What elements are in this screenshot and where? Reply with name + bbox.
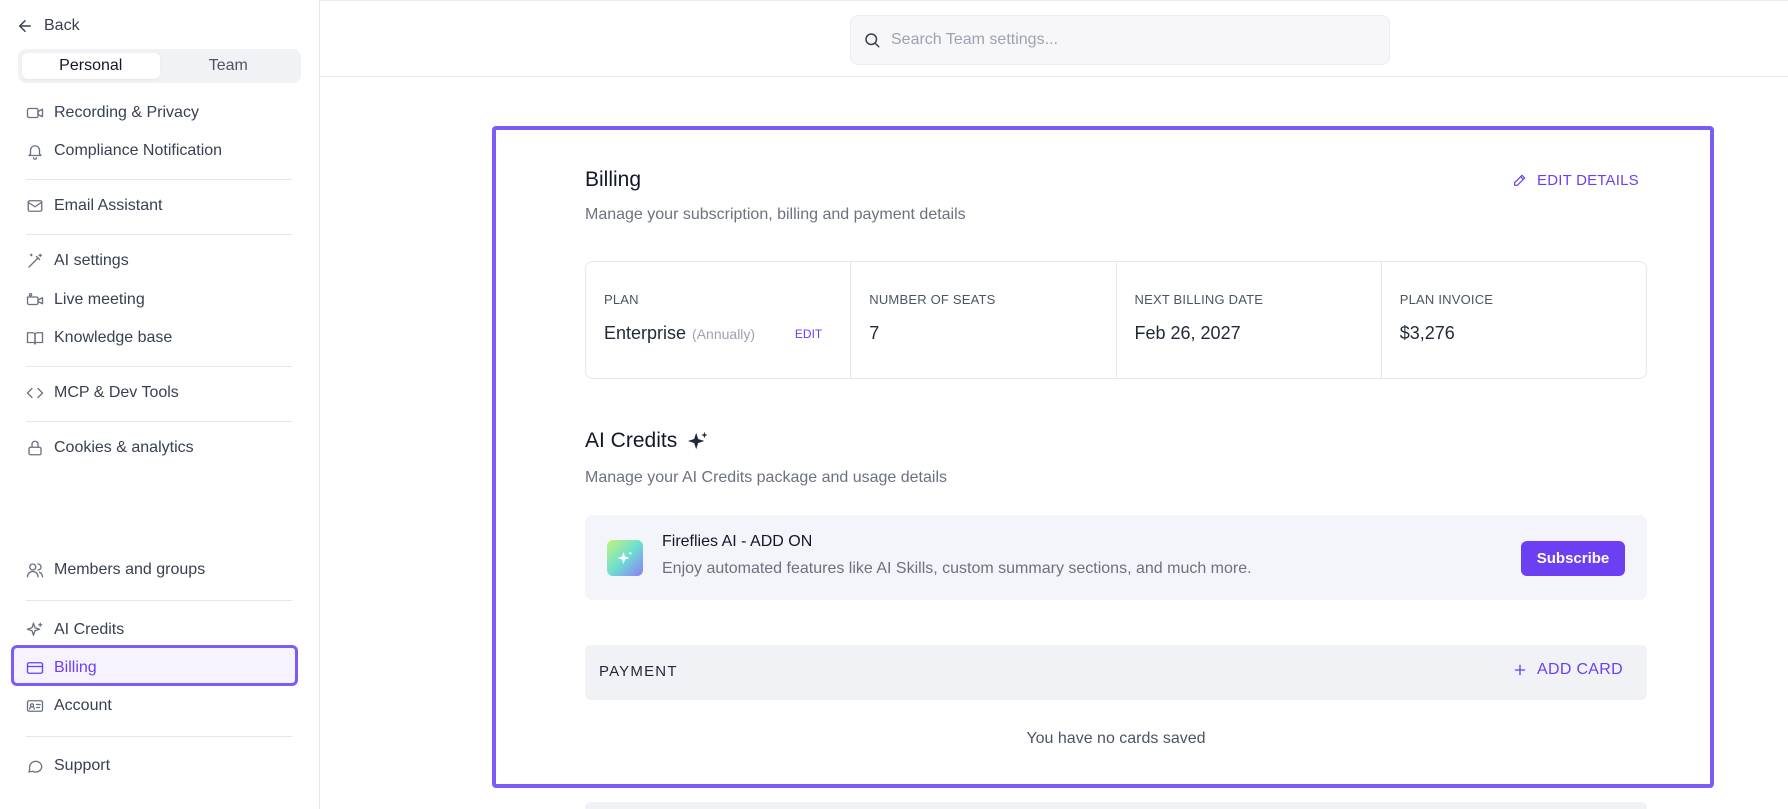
ai-credits-subtitle: Manage your AI Credits package and usage… — [585, 469, 948, 486]
sidebar-item-label: Billing — [54, 659, 97, 676]
sidebar-item-label: AI settings — [54, 252, 129, 269]
sparkle-icon — [617, 551, 633, 564]
video-icon — [26, 107, 44, 119]
next-billing-value: Feb 26, 2027 — [1134, 323, 1241, 343]
addon-description: Enjoy automated features like AI Skills,… — [662, 560, 1252, 577]
sidebar-item-label: Members and groups — [54, 561, 206, 578]
plan-cell: PLAN Enterprise (Annually) EDIT — [586, 262, 852, 378]
code-icon — [26, 387, 44, 399]
bell-icon — [28, 145, 42, 160]
add-card-label: ADD CARD — [1537, 661, 1623, 678]
sidebar-divider — [26, 366, 292, 367]
lock-icon — [28, 440, 42, 456]
sidebar-item-label: Knowledge base — [54, 329, 173, 346]
magic-wand-icon — [28, 253, 43, 268]
next-billing-cell: NEXT BILLING DATE Feb 26, 2027 — [1117, 262, 1382, 378]
plan-summary: PLAN Enterprise (Annually) EDIT NUMBER O… — [585, 261, 1647, 379]
search-icon — [865, 33, 880, 48]
mail-icon — [27, 200, 43, 212]
tab-team[interactable]: Team — [160, 53, 298, 79]
add-card-button[interactable]: ADD CARD — [1512, 661, 1623, 679]
search-input[interactable] — [891, 31, 1371, 49]
book-icon — [26, 332, 44, 345]
sidebar-item-members-groups[interactable]: Members and groups — [26, 556, 296, 584]
plan-period: (Annually) — [692, 326, 756, 342]
seats-label: NUMBER OF SEATS — [869, 292, 996, 307]
sidebar: Back Personal Team Recording & Privacy C… — [0, 0, 320, 809]
billing-subtitle: Manage your subscription, billing and pa… — [585, 206, 966, 223]
sidebar-item-live-meeting[interactable]: Live meeting — [26, 286, 296, 314]
scope-toggle: Personal Team — [18, 49, 301, 83]
sparkle-icon — [26, 622, 43, 636]
plan-label: PLAN — [604, 292, 639, 307]
subscribe-button[interactable]: Subscribe — [1521, 541, 1625, 576]
invoice-value: $3,276 — [1399, 323, 1455, 343]
credit-card-icon — [26, 662, 44, 674]
sidebar-item-label: Compliance Notification — [54, 142, 223, 159]
edit-details-label: EDIT DETAILS — [1537, 171, 1639, 189]
sidebar-item-label: Support — [54, 757, 111, 774]
sidebar-divider — [26, 421, 292, 422]
sidebar-item-email-assistant[interactable]: Email Assistant — [26, 192, 296, 220]
sidebar-item-account[interactable]: Account — [26, 692, 296, 720]
sidebar-item-label: Email Assistant — [54, 197, 163, 214]
fireflies-logo — [607, 540, 643, 576]
sidebar-divider — [26, 736, 292, 737]
plan-value: Enterprise — [604, 323, 687, 343]
tab-personal[interactable]: Personal — [22, 53, 160, 79]
sidebar-divider — [26, 234, 292, 235]
addon-title: Fireflies AI - ADD ON — [662, 533, 813, 550]
sidebar-item-label: AI Credits — [54, 621, 125, 638]
sidebar-item-mcp-dev-tools[interactable]: MCP & Dev Tools — [26, 379, 296, 407]
invoice-cell: PLAN INVOICE $3,276 — [1382, 262, 1646, 378]
sidebar-item-recording-privacy[interactable]: Recording & Privacy — [26, 99, 296, 127]
sidebar-item-billing[interactable]: Billing — [26, 654, 296, 682]
top-bar — [320, 0, 1788, 77]
search-box — [850, 15, 1390, 65]
live-camera-icon — [26, 292, 44, 306]
sidebar-item-label: MCP & Dev Tools — [54, 384, 179, 401]
sidebar-item-label: Cookies & analytics — [54, 439, 194, 456]
sidebar-item-compliance-notification[interactable]: Compliance Notification — [26, 137, 296, 165]
seats-value: 7 — [869, 323, 880, 343]
sidebar-item-ai-settings[interactable]: AI settings — [26, 247, 296, 275]
no-cards-message: You have no cards saved — [1026, 730, 1206, 747]
seats-cell: NUMBER OF SEATS 7 — [851, 262, 1117, 378]
ai-credits-header: AI Credits — [585, 429, 709, 453]
arrow-left-icon — [19, 20, 31, 32]
sidebar-item-knowledge-base[interactable]: Knowledge base — [26, 324, 296, 352]
sidebar-item-cookies-analytics[interactable]: Cookies & analytics — [26, 434, 296, 462]
sidebar-item-label: Live meeting — [54, 291, 145, 308]
invoice-label: PLAN INVOICE — [1399, 292, 1494, 307]
sidebar-divider — [26, 600, 292, 601]
billing-title: Billing — [585, 168, 642, 191]
plus-icon — [1514, 664, 1526, 676]
pencil-icon — [1514, 174, 1526, 186]
sidebar-item-label: Recording & Privacy — [54, 104, 199, 121]
ai-credits-title: AI Credits — [585, 429, 678, 452]
sidebar-item-ai-credits[interactable]: AI Credits — [26, 616, 296, 644]
sidebar-divider — [26, 179, 292, 180]
back-label: Back — [44, 17, 80, 34]
payment-header: PAYMENT ADD CARD — [585, 645, 1647, 700]
sidebar-item-label: Account — [54, 697, 112, 714]
sidebar-item-support[interactable]: Support — [26, 752, 296, 780]
edit-details-button[interactable]: EDIT DETAILS — [1512, 168, 1639, 192]
back-button[interactable]: Back — [16, 14, 80, 38]
next-billing-label: NEXT BILLING DATE — [1134, 292, 1264, 307]
chat-icon — [28, 760, 43, 773]
next-section-edge — [585, 802, 1647, 809]
users-icon — [26, 563, 44, 578]
id-card-icon — [26, 700, 44, 712]
sparkle-icon — [688, 431, 708, 450]
edit-plan-button[interactable]: EDIT — [795, 327, 822, 341]
payment-label: PAYMENT — [599, 663, 678, 680]
addon-card: Fireflies AI - ADD ON Enjoy automated fe… — [585, 515, 1647, 600]
